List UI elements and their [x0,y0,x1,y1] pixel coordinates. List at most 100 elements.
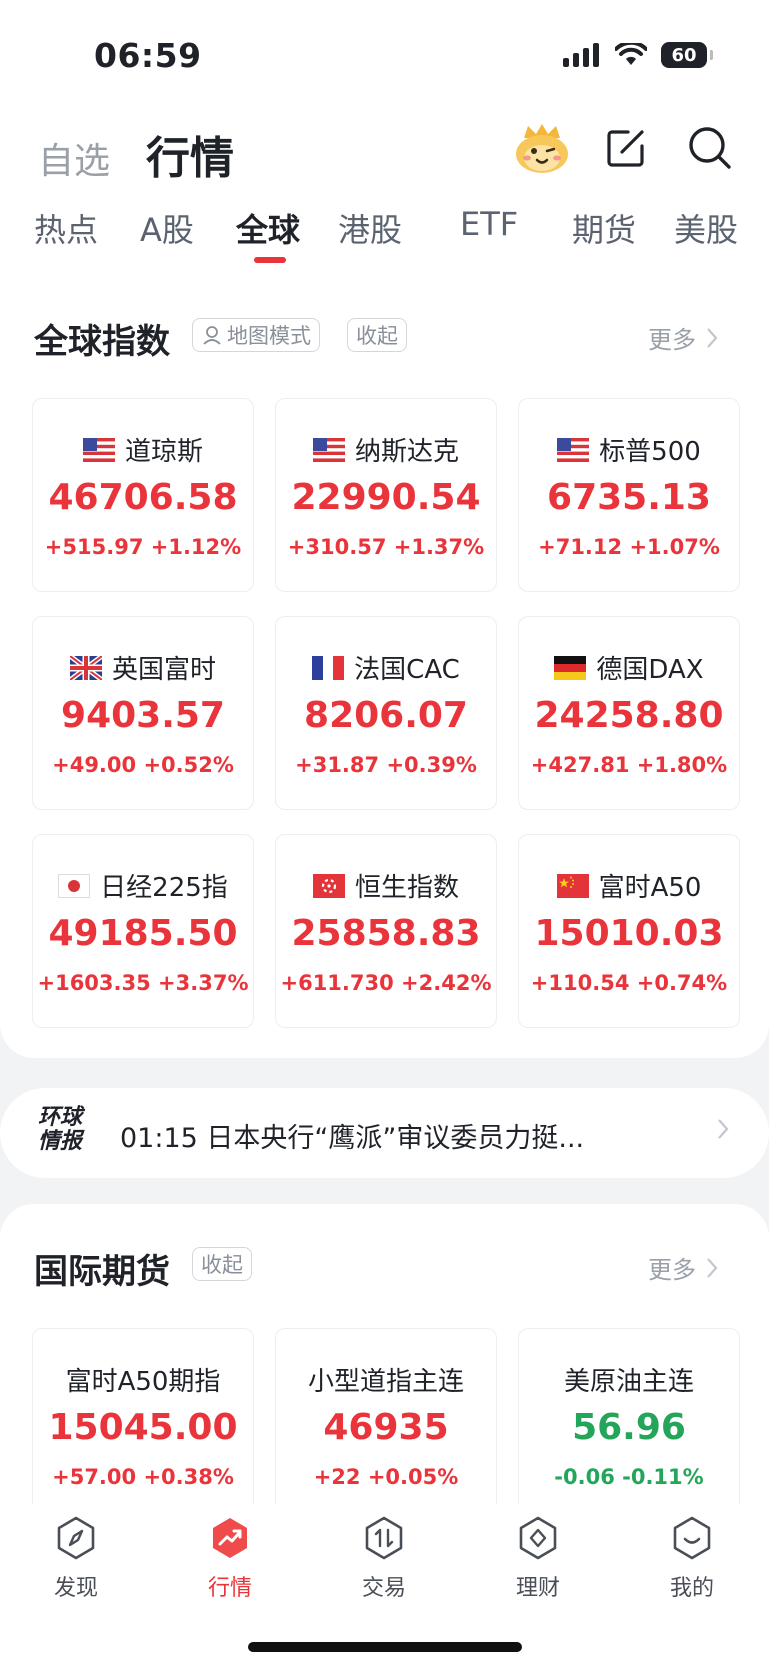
index-name: 日经225指 [33,867,253,904]
futures-change: +57.00 +0.38% [52,1465,234,1489]
news-logo-line1: 环球 [38,1105,83,1130]
futures-more-link[interactable]: 更多 [648,1250,718,1285]
market-tabs: 热点 A股 全球 港股 ETF 期货 美股 [0,205,769,265]
more-label: 更多 [648,326,696,354]
index-card[interactable]: 英国富时 9403.57 +49.00 +0.52% [32,616,254,810]
index-price: 25858.83 [291,913,481,954]
index-card[interactable]: 恒生指数 25858.83 +611.730 +2.42% [275,834,497,1028]
index-change: +71.12 +1.07% [538,535,720,559]
cn-flag-icon [556,873,589,898]
fr-flag-icon [312,655,345,680]
search-icon[interactable] [688,126,732,174]
profile-icon [673,1516,711,1560]
tab-global[interactable]: 全球 [236,205,300,251]
nav-wealth[interactable]: 理财 [488,1516,588,1602]
trend-up-icon [213,1518,247,1558]
tab-market[interactable]: 行情 [146,122,234,186]
index-price: 8206.07 [304,695,468,736]
index-card[interactable]: 日经225指 49185.50 +1603.35 +3.37% [32,834,254,1028]
nav-market-label: 行情 [207,1576,252,1601]
global-index-title: 全球指数 [34,322,170,362]
index-name-label: 德国DAX [596,655,704,685]
futures-name: 小型道指主连 [307,1367,464,1397]
index-name-label: 法国CAC [354,655,460,685]
map-mode-button[interactable]: 地图模式 [192,318,320,352]
news-ticker[interactable]: 环球 情报 01:15 日本央行“鹰派”审议委员力挺... [0,1088,769,1178]
nav-mine-label: 我的 [669,1576,714,1601]
futures-collapse-button[interactable]: 收起 [192,1247,252,1281]
tab-hk-shares[interactable]: 港股 [338,205,402,251]
status-time: 06:59 [94,36,202,75]
index-name: 法国CAC [276,649,496,686]
nav-trade[interactable]: 交易 [334,1516,434,1602]
compass-icon [57,1516,95,1560]
index-name-label: 道琼斯 [124,437,203,467]
index-name-label: 富时A50 [598,873,702,903]
battery-icon: 60 [661,42,713,68]
tab-a-shares[interactable]: A股 [140,205,194,251]
global-news-logo: 环球 情报 [38,1106,94,1154]
futures-title: 国际期货 [34,1252,170,1292]
more-label: 更多 [648,1256,696,1284]
index-name: 富时A50 [519,867,739,904]
index-change: +427.81 +1.80% [530,753,728,777]
index-price: 46706.58 [48,477,238,518]
nav-discover-label: 发现 [53,1576,98,1601]
index-change: +49.00 +0.52% [52,753,234,777]
index-name-label: 日经225指 [100,873,228,903]
tab-etf[interactable]: ETF [460,205,518,243]
index-name: 道琼斯 [33,431,253,468]
map-mode-label: 地图模式 [227,324,311,348]
index-price: 49185.50 [48,913,238,954]
index-card[interactable]: 标普500 6735.13 +71.12 +1.07% [518,398,740,592]
futures-price: 15045.00 [48,1407,238,1448]
edit-icon[interactable] [606,128,646,172]
futures-price: 56.96 [572,1407,686,1448]
nav-wealth-label: 理财 [515,1576,560,1601]
index-change: +515.97 +1.12% [44,535,242,559]
active-tab-indicator [254,257,286,263]
index-card[interactable]: 富时A50 15010.03 +110.54 +0.74% [518,834,740,1028]
nav-mine[interactable]: 我的 [642,1516,742,1602]
bottom-navigation: 发现 行情 交易 理财 我的 [0,1504,769,1665]
index-price: 15010.03 [534,913,724,954]
us-flag-icon [312,437,345,462]
us-flag-icon [82,437,115,462]
futures-name: 美原油主连 [563,1367,694,1397]
futures-change: +22 +0.05% [313,1465,459,1489]
nav-discover[interactable]: 发现 [26,1516,126,1602]
news-headline[interactable]: 01:15 日本央行“鹰派”审议委员力挺... [120,1116,660,1155]
signal-icon [563,43,599,67]
index-card[interactable]: 道琼斯 46706.58 +515.97 +1.12% [32,398,254,592]
index-price: 6735.13 [547,477,711,518]
index-card[interactable]: 法国CAC 8206.07 +31.87 +0.39% [275,616,497,810]
index-change: +1603.35 +3.37% [37,971,249,995]
uk-flag-icon [68,653,104,682]
futures-card[interactable]: 美原油主连 56.96 -0.06 -0.11% [518,1328,740,1504]
wifi-icon [615,43,647,65]
index-change: +611.730 +2.42% [280,971,492,995]
home-indicator[interactable] [248,1642,522,1652]
futures-card[interactable]: 富时A50期指 15045.00 +57.00 +0.38% [32,1328,254,1504]
index-price: 22990.54 [291,477,481,518]
map-pin-icon [203,326,221,345]
nav-market[interactable]: 行情 [180,1516,280,1602]
index-change: +310.57 +1.37% [287,535,485,559]
chevron-right-icon [707,327,718,348]
tab-watchlist[interactable]: 自选 [38,132,110,184]
index-name-label: 英国富时 [111,655,216,685]
futures-card[interactable]: 小型道指主连 46935 +22 +0.05% [275,1328,497,1504]
futures-price: 46935 [323,1407,449,1448]
global-index-more-link[interactable]: 更多 [648,320,718,355]
index-name-label: 标普500 [599,437,701,467]
wealth-icon [519,1516,557,1560]
index-card[interactable]: 德国DAX 24258.80 +427.81 +1.80% [518,616,740,810]
mascot-icon[interactable] [514,124,570,178]
collapse-button[interactable]: 收起 [347,318,407,352]
tab-futures[interactable]: 期货 [572,205,636,251]
nav-trade-label: 交易 [361,1576,406,1601]
index-card[interactable]: 纳斯达克 22990.54 +310.57 +1.37% [275,398,497,592]
news-logo-line2: 情报 [38,1129,83,1154]
tab-us-shares[interactable]: 美股 [674,205,738,251]
tab-hot[interactable]: 热点 [34,205,98,251]
